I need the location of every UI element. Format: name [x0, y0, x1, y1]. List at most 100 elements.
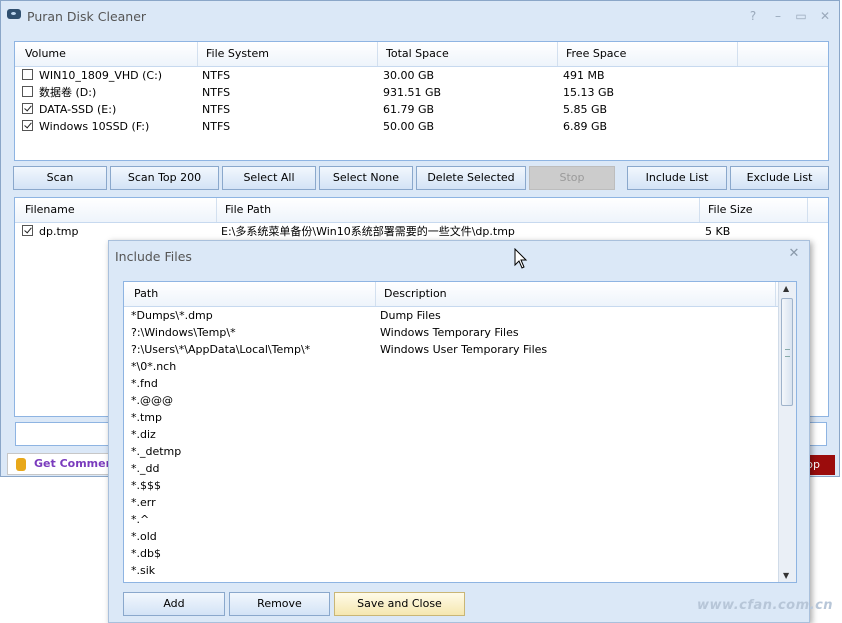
include-files-list[interactable]: Path Description *Dumps\*.dmp Dump Files?…: [123, 281, 797, 583]
volume-total-space: 30.00 GB: [383, 69, 435, 82]
include-row[interactable]: *.old: [124, 528, 779, 545]
include-list-header: Path Description: [124, 282, 779, 307]
result-row[interactable]: dp.tmp E:\多系统菜单备份\Win10系统部署需要的一些文件\dp.tmp…: [15, 223, 828, 240]
include-path: *.fnd: [131, 377, 158, 390]
volume-checkbox[interactable]: [22, 69, 33, 80]
include-path: *.^: [131, 513, 150, 526]
include-row[interactable]: *Dumps\*.dmp Dump Files: [124, 307, 779, 324]
delete-selected-button[interactable]: Delete Selected: [416, 166, 526, 190]
include-row[interactable]: *.diz: [124, 426, 779, 443]
include-path: *.diz: [131, 428, 156, 441]
include-row[interactable]: *.$$$: [124, 477, 779, 494]
include-path: ?:\Users\*\AppData\Local\Temp\*: [131, 343, 311, 356]
include-description: Dump Files: [380, 309, 441, 322]
include-path: *\0*.nch: [131, 360, 177, 373]
column-filename[interactable]: Filename: [17, 198, 217, 222]
column-file-size[interactable]: File Size: [700, 198, 808, 222]
volume-file-system: NTFS: [202, 69, 231, 82]
include-row[interactable]: ?:\Windows\Temp\* Windows Temporary Files: [124, 324, 779, 341]
include-path: *.sik: [131, 564, 156, 577]
remove-button[interactable]: Remove: [229, 592, 330, 616]
result-checkbox[interactable]: [22, 225, 33, 236]
volume-file-system: NTFS: [202, 86, 231, 99]
include-path: *._dd: [131, 462, 160, 475]
volume-list[interactable]: Volume File System Total Space Free Spac…: [14, 41, 829, 161]
help-button[interactable]: ?: [744, 7, 762, 25]
include-row[interactable]: *._detmp: [124, 443, 779, 460]
app-disk-icon: [7, 9, 21, 19]
include-row[interactable]: *\0*.nch: [124, 358, 779, 375]
result-file-path: E:\多系统菜单备份\Win10系统部署需要的一些文件\dp.tmp: [221, 225, 515, 238]
volume-name: WIN10_1809_VHD (C:): [39, 69, 163, 82]
volume-name: Windows 10SSD (F:): [39, 120, 150, 133]
exclude-list-button[interactable]: Exclude List: [730, 166, 829, 190]
results-list-header: Filename File Path File Size: [15, 198, 828, 223]
include-row[interactable]: *.^: [124, 511, 779, 528]
include-path: *.@@@: [131, 394, 173, 407]
include-description: Windows User Temporary Files: [380, 343, 548, 356]
include-row[interactable]: *.err: [124, 494, 779, 511]
column-total-space[interactable]: Total Space: [378, 42, 558, 66]
volume-row[interactable]: 数据卷 (D:) NTFS 931.51 GB 15.13 GB: [15, 84, 828, 101]
select-all-button[interactable]: Select All: [222, 166, 316, 190]
volume-name: DATA-SSD (E:): [39, 103, 117, 116]
result-filename: dp.tmp: [39, 225, 79, 238]
include-path: *.err: [131, 496, 156, 509]
volume-name: 数据卷 (D:): [39, 86, 97, 99]
scan-top-200-button[interactable]: Scan Top 200: [110, 166, 219, 190]
scan-button[interactable]: Scan: [13, 166, 107, 190]
volume-file-system: NTFS: [202, 103, 231, 116]
include-row[interactable]: *.tmp: [124, 409, 779, 426]
include-list-button[interactable]: Include List: [627, 166, 727, 190]
include-row[interactable]: *.@@@: [124, 392, 779, 409]
include-path: *.old: [131, 530, 157, 543]
save-and-close-button[interactable]: Save and Close: [334, 592, 465, 616]
window-title: Puran Disk Cleaner: [27, 9, 147, 24]
column-path[interactable]: Path: [126, 282, 376, 306]
column-file-system[interactable]: File System: [198, 42, 378, 66]
include-row[interactable]: ?:\Users\*\AppData\Local\Temp\* Windows U…: [124, 341, 779, 358]
stop-button[interactable]: Stop: [529, 166, 615, 190]
maximize-button[interactable]: ▭: [792, 7, 810, 25]
volume-checkbox[interactable]: [22, 103, 33, 114]
column-file-path[interactable]: File Path: [217, 198, 700, 222]
column-free-space[interactable]: Free Space: [558, 42, 738, 66]
vertical-scrollbar[interactable]: ▲ ▼: [778, 282, 796, 582]
volume-row[interactable]: DATA-SSD (E:) NTFS 61.79 GB 5.85 GB: [15, 101, 828, 118]
scroll-thumb[interactable]: [781, 298, 793, 406]
include-files-dialog: Include Files ✕ Path Description *Dumps\…: [108, 240, 810, 623]
volume-file-system: NTFS: [202, 120, 231, 133]
include-description: Windows Temporary Files: [380, 326, 519, 339]
volume-list-header: Volume File System Total Space Free Spac…: [15, 42, 828, 67]
volume-total-space: 61.79 GB: [383, 103, 435, 116]
column-volume[interactable]: Volume: [17, 42, 198, 66]
volume-row[interactable]: WIN10_1809_VHD (C:) NTFS 30.00 GB 491 MB: [15, 67, 828, 84]
dialog-close-button[interactable]: ✕: [785, 245, 803, 263]
include-row[interactable]: *.db$: [124, 545, 779, 562]
volume-free-space: 491 MB: [563, 69, 605, 82]
watermark: www.cfan.com.cn: [697, 598, 834, 613]
volume-checkbox[interactable]: [22, 86, 33, 97]
scroll-up-icon[interactable]: ▲: [783, 284, 789, 293]
minimize-button[interactable]: –: [769, 7, 787, 25]
include-row[interactable]: *.sik: [124, 562, 779, 579]
include-path: ?:\Windows\Temp\*: [131, 326, 236, 339]
scroll-down-icon[interactable]: ▼: [783, 571, 789, 580]
add-button[interactable]: Add: [123, 592, 225, 616]
volume-free-space: 6.89 GB: [563, 120, 608, 133]
title-bar[interactable]: Puran Disk Cleaner ? – ▭ ✕: [1, 1, 839, 33]
column-description[interactable]: Description: [376, 282, 776, 306]
coins-icon: [16, 458, 26, 471]
volume-total-space: 50.00 GB: [383, 120, 435, 133]
include-row[interactable]: *.fnd: [124, 375, 779, 392]
include-row[interactable]: *._dd: [124, 460, 779, 477]
mouse-pointer-icon: [514, 248, 528, 269]
volume-free-space: 5.85 GB: [563, 103, 608, 116]
select-none-button[interactable]: Select None: [319, 166, 413, 190]
dialog-title: Include Files: [115, 249, 192, 264]
include-path: *.$$$: [131, 479, 161, 492]
volume-checkbox[interactable]: [22, 120, 33, 131]
volume-row[interactable]: Windows 10SSD (F:) NTFS 50.00 GB 6.89 GB: [15, 118, 828, 135]
include-path: *Dumps\*.dmp: [131, 309, 213, 322]
close-button[interactable]: ✕: [816, 7, 834, 25]
